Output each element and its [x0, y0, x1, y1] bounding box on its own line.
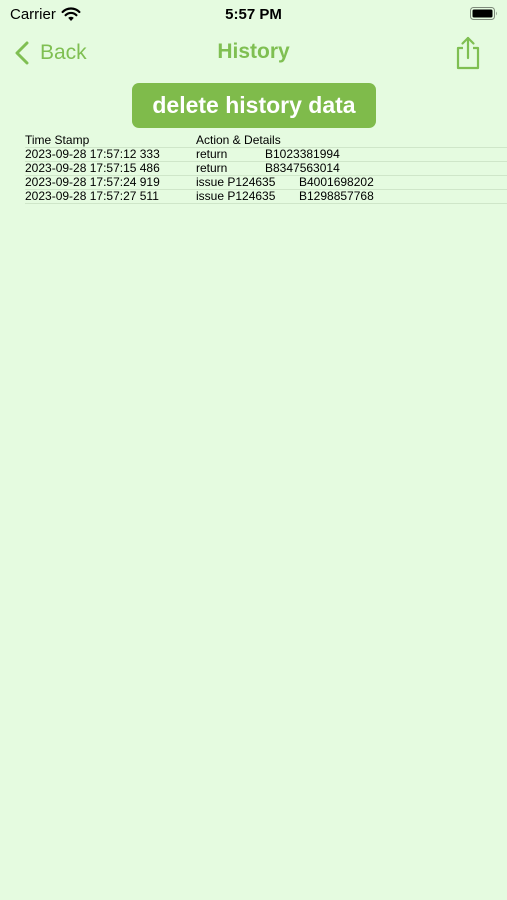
table-header-row: Time Stamp Action & Details [25, 134, 507, 148]
row-timestamp: 2023-09-28 17:57:15 486 [25, 161, 160, 175]
row-action: issue P124635 [196, 189, 276, 203]
table-row: 2023-09-28 17:57:24 919 issue P124635 B4… [25, 176, 507, 190]
status-bar: Carrier 5:57 PM [0, 0, 507, 28]
navigation-bar: Back History [0, 28, 507, 76]
row-detail: B1298857768 [299, 189, 374, 203]
row-detail: B8347563014 [265, 161, 340, 175]
delete-history-button[interactable]: delete history data [132, 83, 376, 128]
row-action: issue P124635 [196, 175, 276, 189]
row-timestamp: 2023-09-28 17:57:12 333 [25, 147, 160, 161]
row-action: return [196, 161, 228, 175]
row-detail: B1023381994 [265, 147, 340, 161]
table-row: 2023-09-28 17:57:27 511 issue P124635 B1… [25, 190, 507, 204]
history-table: Time Stamp Action & Details 2023-09-28 1… [25, 134, 507, 204]
row-timestamp: 2023-09-28 17:57:24 919 [25, 175, 160, 189]
timestamp-column-header: Time Stamp [25, 133, 90, 147]
row-timestamp: 2023-09-28 17:57:27 511 [25, 189, 159, 203]
row-detail: B4001698202 [299, 175, 374, 189]
share-icon[interactable] [454, 36, 482, 70]
status-time: 5:57 PM [225, 6, 282, 23]
action-column-header: Action & Details [196, 133, 281, 147]
table-row: 2023-09-28 17:57:15 486 return B83475630… [25, 162, 507, 176]
page-title: History [217, 40, 290, 63]
row-action: return [196, 147, 228, 161]
battery-full-icon [470, 7, 497, 20]
table-row: 2023-09-28 17:57:12 333 return B10233819… [25, 148, 507, 162]
